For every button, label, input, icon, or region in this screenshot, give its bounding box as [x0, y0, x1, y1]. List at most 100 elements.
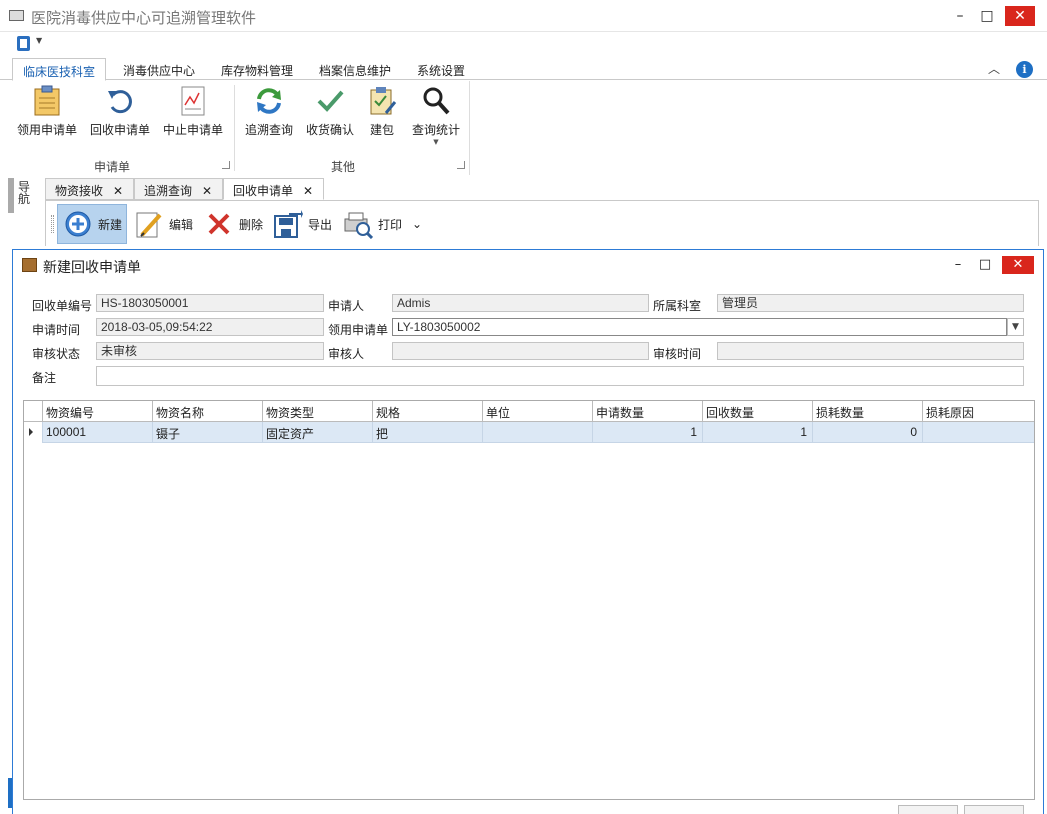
info-icon[interactable]: i — [1016, 61, 1033, 78]
audit-time-label: 审核时间 — [653, 347, 702, 361]
delete-label: 删除 — [239, 217, 264, 232]
col-header[interactable]: 物资名称 — [153, 401, 263, 422]
tab-sterile-supply[interactable]: 消毒供应中心 — [113, 58, 205, 81]
table-cell[interactable]: 固定资产 — [263, 422, 373, 443]
minimize-button[interactable]: – — [947, 6, 973, 26]
table-cell[interactable]: 镊子 — [153, 422, 263, 443]
close-icon[interactable]: ✕ — [202, 184, 212, 198]
chevron-down-icon[interactable]: ▼ — [1007, 318, 1024, 336]
new-button[interactable]: 新建 — [57, 204, 127, 244]
trace-query-button[interactable]: 追溯查询 — [243, 85, 295, 138]
audit-status-field[interactable]: 未审核 — [96, 342, 324, 360]
col-header[interactable]: 回收数量 — [703, 401, 813, 422]
export-button[interactable]: 导出 — [273, 204, 332, 244]
abort-request-button[interactable]: 中止申请单 — [163, 85, 223, 138]
group-launcher-icon[interactable] — [222, 161, 230, 169]
tab-archive[interactable]: 档案信息维护 — [309, 58, 401, 81]
col-header[interactable]: 单位 — [483, 401, 593, 422]
recycle-no-label: 回收单编号 — [32, 299, 93, 313]
requisition-label: 领用申请单 — [328, 323, 389, 337]
requisition-combo[interactable]: LY-1803050002 — [392, 318, 1007, 336]
abort-request-label: 中止申请单 — [163, 123, 224, 137]
side-nav-tab[interactable]: 导航 — [18, 181, 36, 205]
applicant-field[interactable]: Admis — [392, 294, 649, 312]
app-icon — [9, 10, 24, 21]
table-row[interactable]: 100001 镊子 固定资产 把 1 1 0 — [24, 422, 1034, 443]
tab-clinical[interactable]: 临床医技科室 — [12, 58, 107, 81]
toolbar-grip[interactable] — [51, 215, 54, 233]
doc-tab-trace-query[interactable]: 追溯查询 ✕ — [134, 178, 223, 200]
dept-label: 所属科室 — [653, 299, 702, 313]
query-stats-button[interactable]: 查询统计 ▼ — [410, 85, 462, 146]
chart-document-icon — [177, 85, 209, 117]
doc-tab-recycle-request[interactable]: 回收申请单 ✕ — [223, 178, 324, 200]
audit-time-field[interactable] — [717, 342, 1024, 360]
doc-tab-material-receipt[interactable]: 物资接收 ✕ — [45, 178, 134, 200]
tab-inventory[interactable]: 库存物料管理 — [211, 58, 303, 81]
office-icon[interactable] — [17, 36, 30, 51]
new-recycle-request-dialog: 新建回收申请单 – □ ✕ 回收单编号 HS-1803050001 申请人 Ad… — [12, 249, 1044, 814]
dialog-maximize-button[interactable]: □ — [972, 256, 998, 274]
col-header[interactable]: 物资类型 — [263, 401, 373, 422]
receipt-confirm-button[interactable]: 收货确认 — [304, 85, 356, 138]
table-cell[interactable]: 100001 — [43, 422, 153, 443]
apply-time-label: 申请时间 — [32, 323, 81, 337]
apply-time-field[interactable]: 2018-03-05,09:54:22 — [96, 318, 324, 336]
dialog-minimize-button[interactable]: – — [945, 256, 971, 274]
ok-button[interactable] — [898, 805, 958, 814]
check-icon — [314, 85, 346, 117]
new-label: 新建 — [98, 217, 123, 232]
group-launcher-icon[interactable] — [457, 161, 465, 169]
print-button[interactable]: 打印 ⌄ — [343, 204, 422, 244]
document-toolbar: 新建 编辑 删除 导出 打印 ⌄ — [45, 200, 1039, 246]
col-header[interactable]: 规格 — [373, 401, 483, 422]
table-cell[interactable]: 1 — [703, 422, 813, 443]
close-button[interactable]: ✕ — [1005, 6, 1035, 26]
col-header[interactable]: 损耗数量 — [813, 401, 923, 422]
edit-label: 编辑 — [169, 217, 194, 232]
col-header[interactable]: 损耗原因 — [923, 401, 1034, 422]
recycle-no-field[interactable]: HS-1803050001 — [96, 294, 324, 312]
ribbon-tabs: 临床医技科室 消毒供应中心 库存物料管理 档案信息维护 系统设置 — [0, 56, 1047, 81]
requisition-button[interactable]: 领用申请单 — [17, 85, 77, 138]
applicant-label: 申请人 — [328, 299, 365, 313]
requisition-label: 领用申请单 — [17, 123, 78, 137]
chevron-down-icon[interactable]: ⌄ — [412, 217, 422, 231]
dialog-close-button[interactable]: ✕ — [1002, 256, 1034, 274]
delete-button[interactable]: 删除 — [204, 204, 263, 244]
refresh-icon — [104, 85, 136, 117]
app-title: 医院消毒供应中心可追溯管理软件 — [31, 9, 257, 27]
group-label-other: 其他 — [331, 160, 356, 174]
dept-field[interactable]: 管理员 — [717, 294, 1024, 312]
edit-button[interactable]: 编辑 — [134, 204, 193, 244]
doc-tab-label: 追溯查询 — [144, 184, 193, 198]
recycle-request-button[interactable]: 回收申请单 — [90, 85, 150, 138]
table-cell[interactable]: 0 — [813, 422, 923, 443]
auditor-field[interactable] — [392, 342, 649, 360]
group-label-requests: 申请单 — [94, 160, 131, 174]
table-cell[interactable]: 1 — [593, 422, 703, 443]
table-cell[interactable] — [483, 422, 593, 443]
export-label: 导出 — [308, 217, 333, 232]
table-cell[interactable]: 把 — [373, 422, 483, 443]
trace-query-label: 追溯查询 — [244, 123, 293, 137]
build-package-button[interactable]: 建包 — [366, 85, 398, 138]
chevron-down-icon[interactable]: ▼ — [36, 36, 42, 45]
close-icon[interactable]: ✕ — [303, 184, 313, 198]
table-cell[interactable] — [923, 422, 1034, 443]
maximize-button[interactable]: □ — [974, 6, 1000, 26]
main-titlebar: 医院消毒供应中心可追溯管理软件 – □ ✕ — [0, 0, 1047, 32]
col-header[interactable]: 物资编号 — [43, 401, 153, 422]
items-grid: 物资编号 物资名称 物资类型 规格 单位 申请数量 回收数量 损耗数量 损耗原因… — [23, 400, 1035, 800]
close-icon[interactable]: ✕ — [113, 184, 123, 198]
remark-field[interactable] — [96, 366, 1024, 386]
audit-status-label: 审核状态 — [32, 347, 81, 361]
build-package-label: 建包 — [369, 123, 394, 137]
auditor-label: 审核人 — [328, 347, 365, 361]
cancel-button[interactable] — [964, 805, 1024, 814]
nav-collapse-strip[interactable] — [8, 178, 14, 213]
tab-settings[interactable]: 系统设置 — [407, 58, 475, 81]
collapse-ribbon-icon[interactable]: ︿ — [988, 60, 1000, 77]
col-header[interactable]: 申请数量 — [593, 401, 703, 422]
row-indicator — [24, 422, 43, 443]
